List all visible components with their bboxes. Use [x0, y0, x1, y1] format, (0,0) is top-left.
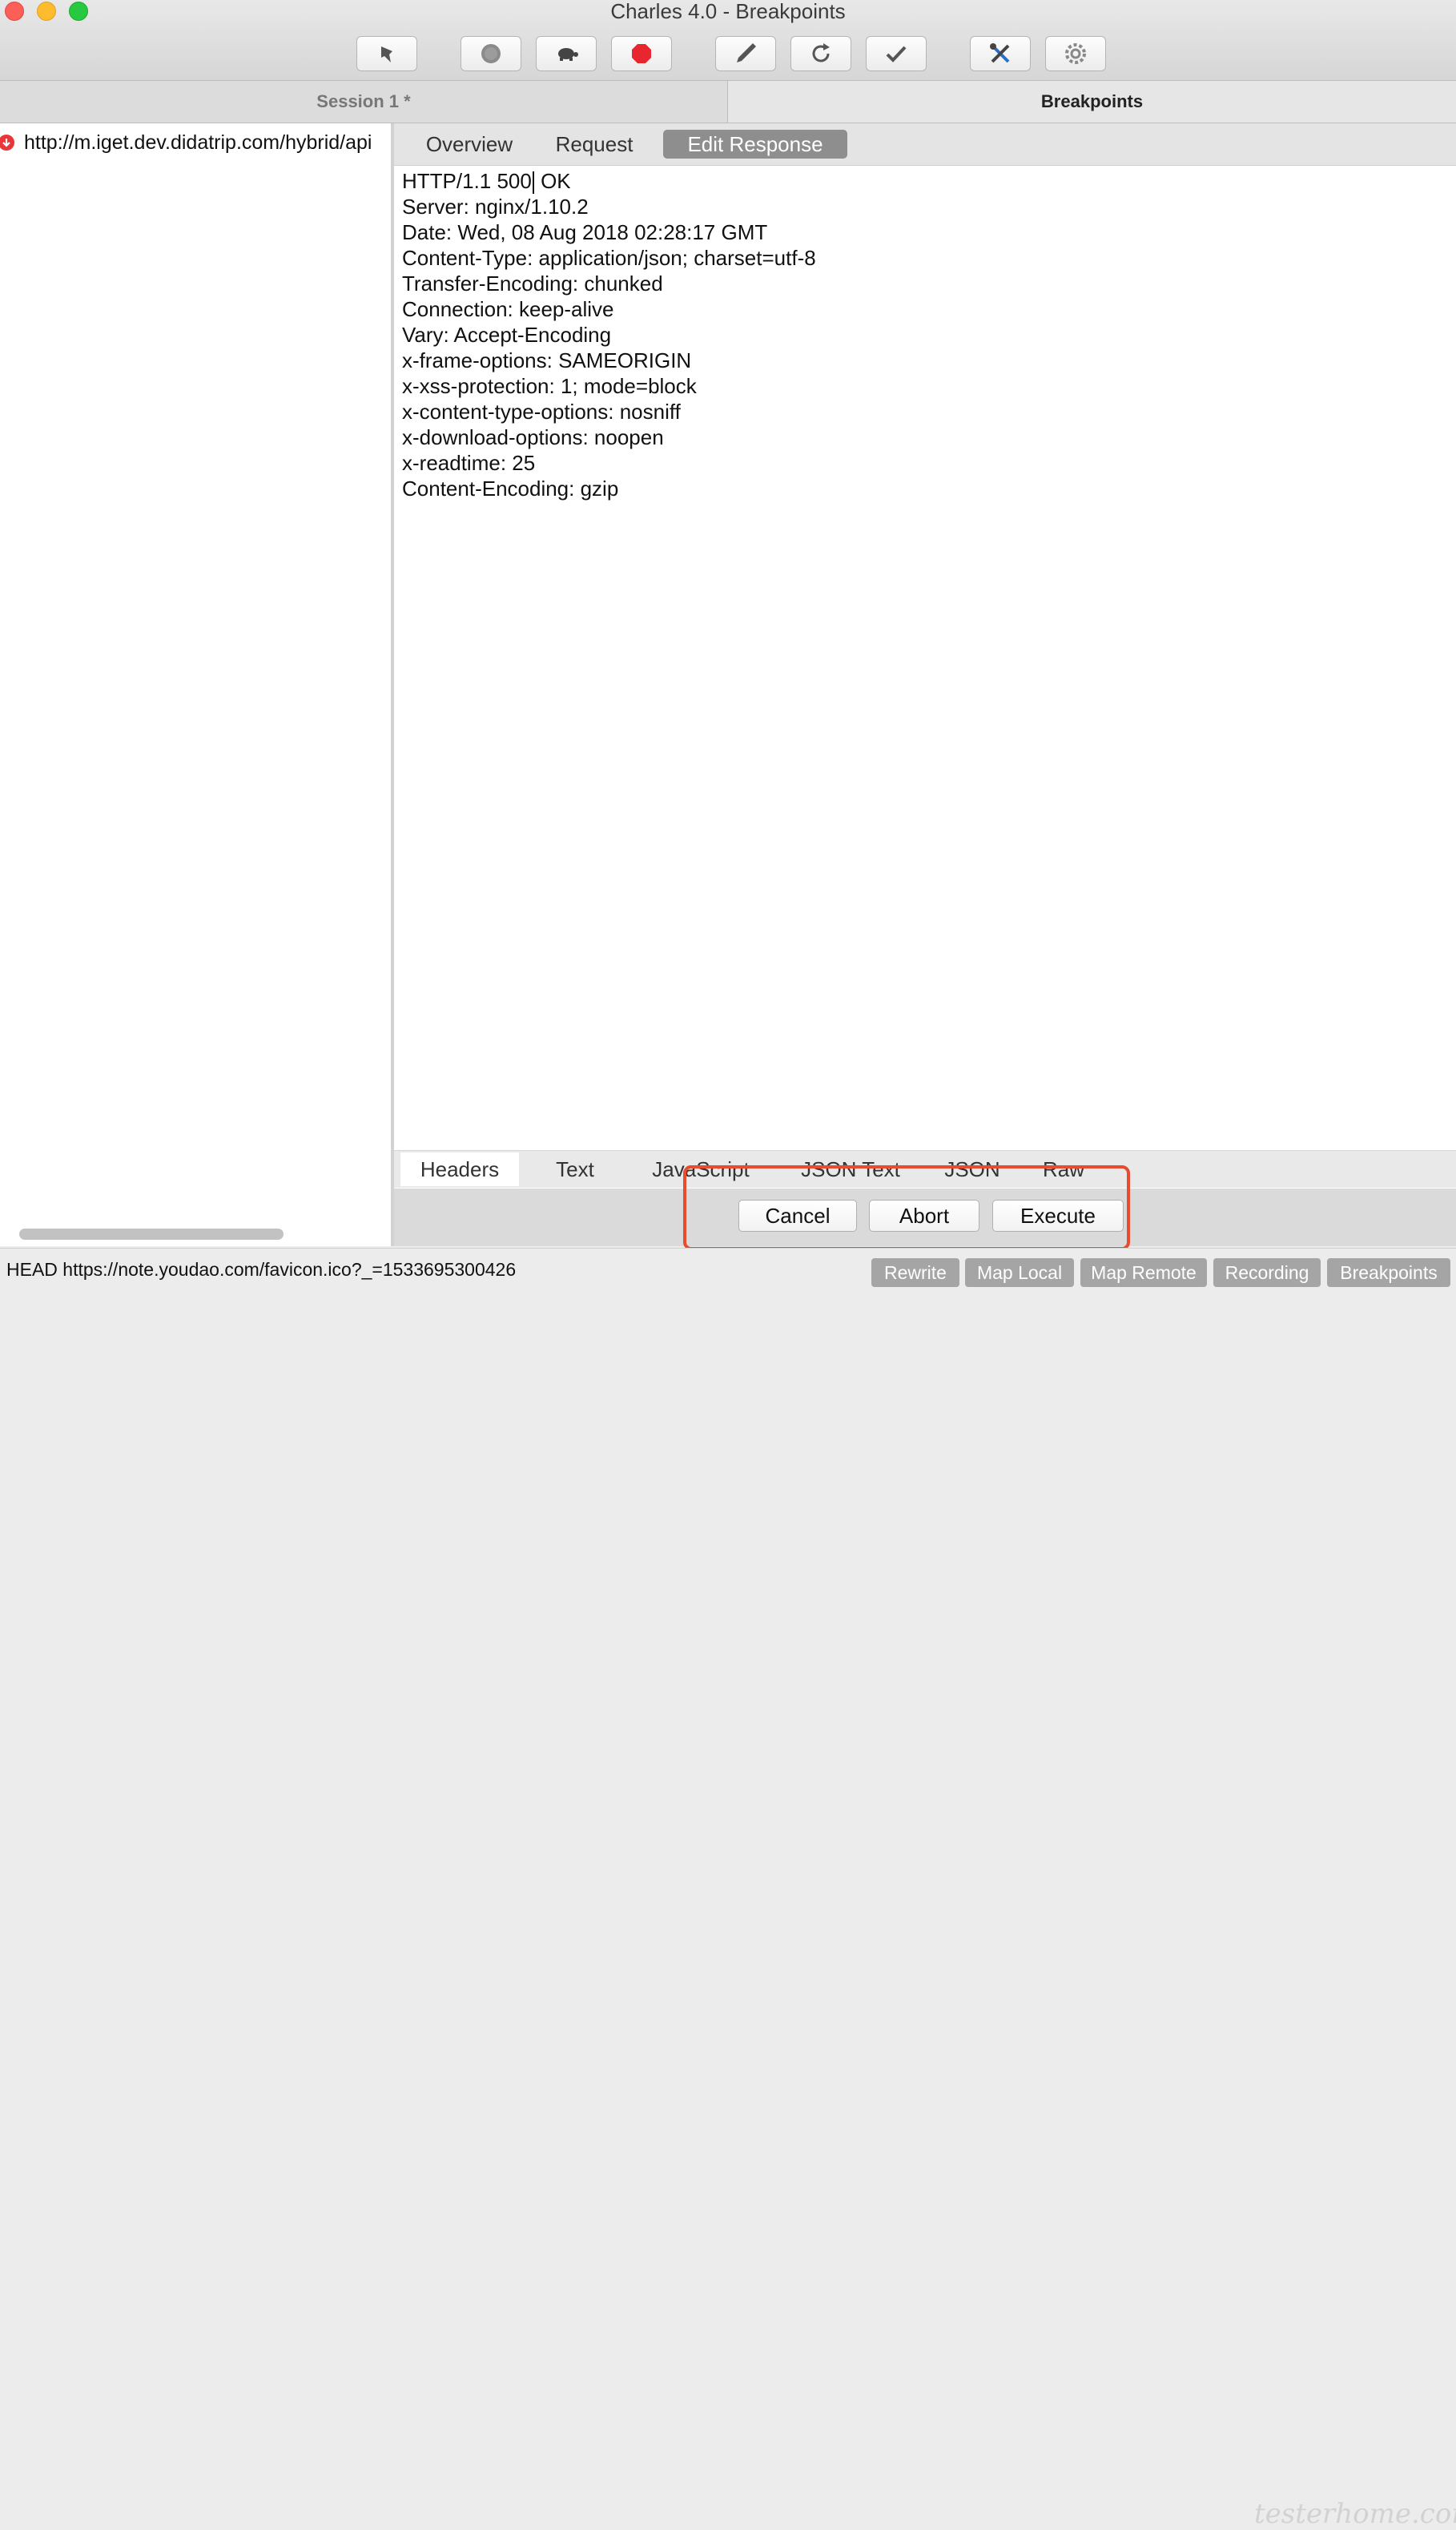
- header-line: x-frame-options: SAMEORIGIN: [402, 348, 692, 373]
- recording-button[interactable]: Recording: [1213, 1258, 1321, 1287]
- refresh-icon: [812, 43, 830, 62]
- checkmark-icon: [886, 46, 907, 62]
- header-line: Transfer-Encoding: chunked: [402, 272, 663, 296]
- watermark: testerhome.com: [1254, 2498, 1456, 2530]
- header-line: x-xss-protection: 1; mode=block: [402, 374, 697, 399]
- header-line: Content-Type: application/json; charset=…: [402, 246, 816, 271]
- tab-request[interactable]: Request: [546, 130, 642, 159]
- breakpoint-icon: [0, 135, 14, 151]
- settings-button[interactable]: [1045, 36, 1106, 71]
- clear-session-button[interactable]: [356, 36, 417, 71]
- tab-overview[interactable]: Overview: [413, 130, 525, 159]
- header-line: Vary: Accept-Encoding: [402, 323, 612, 348]
- broom-icon: [381, 46, 392, 62]
- header-line: Content-Encoding: gzip: [402, 477, 619, 501]
- throttle-button[interactable]: [536, 36, 597, 71]
- gear-icon: [1065, 43, 1086, 64]
- tab-headers[interactable]: Headers: [400, 1152, 519, 1186]
- tab-text[interactable]: Text: [535, 1152, 615, 1186]
- rewrite-button[interactable]: Rewrite: [871, 1258, 959, 1287]
- detail-tabs: Overview Request Edit Response: [394, 123, 1456, 166]
- pen-icon: [737, 43, 756, 62]
- header-line: x-readtime: 25: [402, 451, 536, 476]
- header-line: x-download-options: noopen: [402, 425, 664, 450]
- text-caret: [532, 171, 534, 195]
- tools-button[interactable]: [970, 36, 1031, 71]
- breakpoints-toggle-button[interactable]: [611, 36, 672, 71]
- response-headers-editor[interactable]: HTTP/1.1 500 OK Server: nginx/1.10.2 Date:…: [402, 168, 1443, 1265]
- breakpoint-detail-panel: Overview Request Edit Response HTTP/1.1 …: [394, 123, 1456, 1246]
- turtle-icon: [558, 48, 578, 61]
- header-line: Date: Wed, 08 Aug 2018 02:28:17 GMT: [402, 220, 768, 245]
- tab-edit-response[interactable]: Edit Response: [663, 130, 847, 159]
- header-line: x-content-type-options: nosniff: [402, 400, 681, 424]
- map-remote-button[interactable]: Map Remote: [1080, 1258, 1207, 1287]
- repeat-button[interactable]: [790, 36, 851, 71]
- tree-item-request[interactable]: http://m.iget.dev.didatrip.com/hybrid/ap…: [0, 128, 391, 157]
- status-line: HTTP/1.1 500 OK: [402, 169, 571, 195]
- tab-session[interactable]: Session 1 *: [0, 81, 728, 123]
- request-tree-panel: http://m.iget.dev.didatrip.com/hybrid/ap…: [0, 123, 394, 1246]
- validate-button[interactable]: [866, 36, 927, 71]
- tab-breakpoints[interactable]: Breakpoints: [728, 81, 1456, 123]
- breakpoints-status-button[interactable]: Breakpoints: [1327, 1258, 1450, 1287]
- highlight-box: [683, 1165, 1130, 1250]
- session-tabs: Session 1 * Breakpoints: [0, 81, 1456, 123]
- status-text: HEAD https://note.youdao.com/favicon.ico…: [6, 1258, 517, 1280]
- map-local-button[interactable]: Map Local: [965, 1258, 1074, 1287]
- stop-icon: [632, 44, 651, 63]
- record-button[interactable]: [461, 36, 521, 71]
- tree-item-url: http://m.iget.dev.didatrip.com/hybrid/ap…: [24, 131, 372, 154]
- compose-button[interactable]: [715, 36, 776, 71]
- tools-icon: [990, 43, 1010, 63]
- horizontal-scrollbar[interactable]: [19, 1229, 284, 1240]
- header-line: Server: nginx/1.10.2: [402, 195, 589, 219]
- record-icon: [481, 44, 501, 63]
- window-title: Charles 4.0 - Breakpoints: [610, 0, 846, 23]
- status-bar: HEAD https://note.youdao.com/favicon.ico…: [0, 1248, 1456, 2530]
- title-bar: Charles 4.0 - Breakpoints: [0, 0, 1456, 81]
- header-line: Connection: keep-alive: [402, 297, 614, 322]
